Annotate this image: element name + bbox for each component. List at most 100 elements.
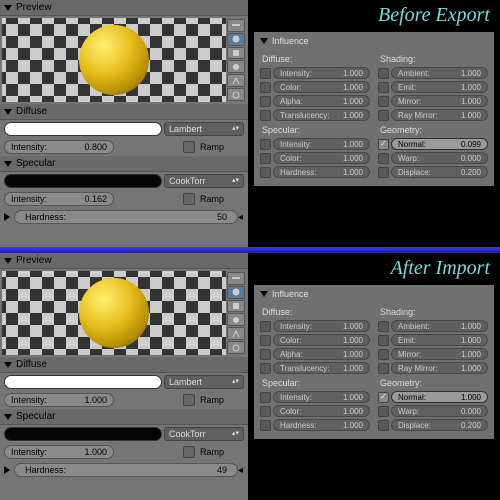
hardness-field[interactable]: Hardness:49 [14,463,238,477]
monkey-icon[interactable] [227,60,245,73]
influence-field[interactable]: Ambient:1.000 [391,67,488,79]
diffuse-header[interactable]: Diffuse [0,357,248,373]
flat-icon[interactable] [227,19,245,32]
specular-header[interactable]: Specular [0,156,248,172]
influence-field[interactable]: Mirror:1.000 [391,348,488,360]
influence-row: Translucency:1.000 [260,362,370,374]
influence-checkbox[interactable] [260,139,271,150]
influence-field[interactable]: Mirror:1.000 [391,95,488,107]
influence-field[interactable]: Translucency:1.000 [273,362,370,374]
influence-field[interactable]: Intensity:1.000 [273,67,370,79]
influence-checkbox[interactable] [378,96,389,107]
influence-checkbox[interactable] [378,110,389,121]
influence-checkbox[interactable] [260,349,271,360]
influence-checkbox[interactable] [260,335,271,346]
influence-checkbox[interactable] [260,110,271,121]
specular-header[interactable]: Specular [0,409,248,425]
influence-checkbox[interactable] [378,406,389,417]
sphere-icon[interactable] [227,286,245,299]
specular-intensity-field[interactable]: Intensity:1.000 [4,445,114,459]
diffuse-shader-dropdown[interactable]: Lambert▴▾ [164,375,244,389]
influence-field[interactable]: Normal:1.000 [391,391,488,403]
influence-checkbox[interactable] [260,392,271,403]
monkey-icon[interactable] [227,313,245,326]
influence-checkbox[interactable] [378,335,389,346]
specular-shader-dropdown[interactable]: CookTorr▴▾ [164,427,244,441]
influence-field[interactable]: Intensity:1.000 [273,138,370,150]
influence-field[interactable]: Normal:0.099 [391,138,488,150]
cube-icon[interactable] [227,300,245,313]
influence-field[interactable]: Color:1.000 [273,81,370,93]
influence-checkbox[interactable] [260,321,271,332]
influence-checkbox[interactable] [378,349,389,360]
influence-checkbox[interactable] [378,139,389,150]
influence-checkbox[interactable] [260,420,271,431]
influence-field[interactable]: Translucency:1.000 [273,109,370,121]
influence-field[interactable]: Displace:0.200 [391,166,488,178]
specular-shader-value: CookTorr [169,176,206,186]
influence-field[interactable]: Color:1.000 [273,152,370,164]
specular-color[interactable] [4,174,162,188]
influence-field[interactable]: Hardness:1.000 [273,166,370,178]
influence-field[interactable]: Ray Mirror:1.000 [391,362,488,374]
before-title: Before Export [378,4,490,27]
influence-checkbox[interactable] [378,321,389,332]
diffuse-color[interactable] [4,122,162,136]
influence-field[interactable]: Warp:0.000 [391,405,488,417]
influence-field[interactable]: Hardness:1.000 [273,419,370,431]
influence-checkbox[interactable] [378,153,389,164]
chevron-right-icon[interactable] [4,213,10,221]
diffuse-ramp-check[interactable] [183,141,195,153]
influence-checkbox[interactable] [260,406,271,417]
influence-checkbox[interactable] [260,68,271,79]
influence-field[interactable]: Emit:1.000 [391,334,488,346]
influence-checkbox[interactable] [260,167,271,178]
influence-field[interactable]: Warp:0.000 [391,152,488,164]
influence-checkbox[interactable] [378,68,389,79]
chevron-right-icon[interactable] [4,466,10,474]
influence-checkbox[interactable] [378,420,389,431]
hair-icon[interactable] [227,74,245,87]
influence-field[interactable]: Intensity:1.000 [273,320,370,332]
influence-field[interactable]: Color:1.000 [273,334,370,346]
influence-field[interactable]: Alpha:1.000 [273,348,370,360]
sky-icon[interactable] [227,88,245,101]
influence-field-value: 1.000 [461,364,481,373]
specular-ramp-check[interactable] [183,193,195,205]
influence-field[interactable]: Ray Mirror:1.000 [391,109,488,121]
influence-field[interactable]: Alpha:1.000 [273,95,370,107]
influence-field[interactable]: Displace:0.200 [391,419,488,431]
diffuse-shader-dropdown[interactable]: Lambert▴▾ [164,122,244,136]
influence-field[interactable]: Color:1.000 [273,405,370,417]
cube-icon[interactable] [227,47,245,60]
influence-field-value: 1.000 [343,336,363,345]
influence-checkbox[interactable] [378,363,389,374]
diffuse-color[interactable] [4,375,162,389]
hair-icon[interactable] [227,327,245,340]
specular-intensity-field[interactable]: Intensity:0.162 [4,192,114,206]
influence-field[interactable]: Ambient:1.000 [391,320,488,332]
influence-checkbox[interactable] [260,96,271,107]
diffuse-intensity-field[interactable]: Intensity:1.000 [4,393,114,407]
specular-shader-dropdown[interactable]: CookTorr▴▾ [164,174,244,188]
influence-checkbox[interactable] [378,392,389,403]
specular-ramp-check[interactable] [183,446,195,458]
influence-checkbox[interactable] [260,82,271,93]
flat-icon[interactable] [227,272,245,285]
sky-icon[interactable] [227,341,245,354]
influence-field[interactable]: Intensity:1.000 [273,391,370,403]
sphere-icon[interactable] [227,33,245,46]
influence-checkbox[interactable] [378,82,389,93]
preview-header[interactable]: Preview [0,0,248,16]
preview-header[interactable]: Preview [0,253,248,269]
diffuse-header[interactable]: Diffuse [0,104,248,120]
influence-checkbox[interactable] [378,167,389,178]
diffuse-ramp-check[interactable] [183,394,195,406]
ramp-label: Ramp [200,142,224,152]
influence-field[interactable]: Emit:1.000 [391,81,488,93]
influence-checkbox[interactable] [260,153,271,164]
hardness-field[interactable]: Hardness:50 [14,210,238,224]
specular-color[interactable] [4,427,162,441]
diffuse-intensity-field[interactable]: Intensity:0.800 [4,140,114,154]
influence-checkbox[interactable] [260,363,271,374]
